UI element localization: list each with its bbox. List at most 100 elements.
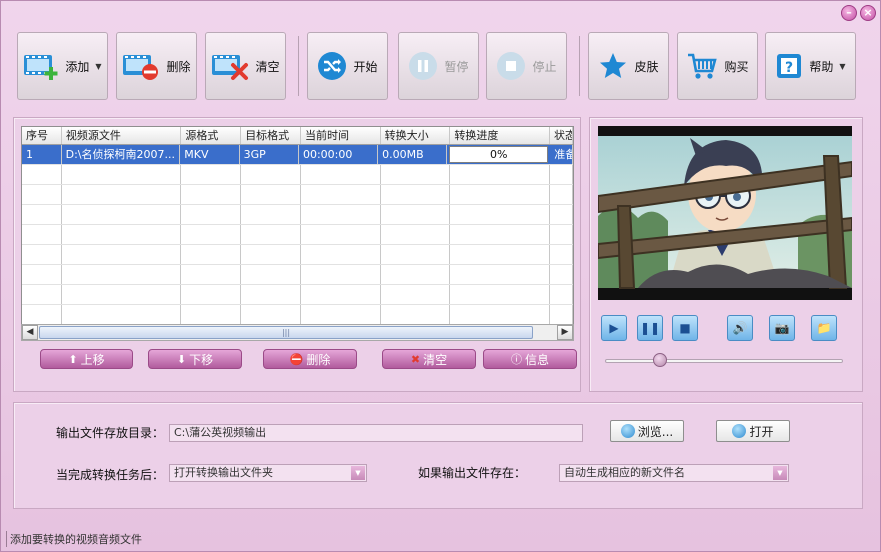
chevron-down-icon[interactable]: ▼ bbox=[351, 466, 365, 480]
delete-button[interactable]: 删除 bbox=[116, 32, 197, 100]
after-task-label: 当完成转换任务后： bbox=[56, 468, 165, 482]
film-clear-icon bbox=[212, 55, 249, 80]
help-button-label: 帮助 bbox=[809, 59, 834, 74]
camera-icon: 📷 bbox=[774, 321, 790, 335]
film-reel-icon bbox=[732, 424, 747, 438]
scroll-left-icon[interactable]: ◀ bbox=[22, 325, 38, 340]
chevron-down-icon: ▼ bbox=[839, 61, 846, 71]
open-folder-button[interactable]: 📁 bbox=[811, 315, 837, 341]
stop-button[interactable]: 停止 bbox=[486, 32, 567, 100]
table-row[interactable]: 1 D:\名侦探柯南2007... MKV 3GP 00:00:00 0.00M… bbox=[22, 145, 573, 165]
shuffle-icon bbox=[318, 52, 347, 80]
cell-time: 00:00:00 bbox=[299, 145, 379, 164]
column-header[interactable]: 序号 bbox=[22, 127, 62, 144]
column-header[interactable]: 视频源文件 bbox=[62, 127, 182, 144]
cell-index: 1 bbox=[22, 145, 62, 164]
move-up-button[interactable]: ⬆ 上移 bbox=[40, 349, 133, 369]
list-clear-label: 清空 bbox=[423, 352, 448, 367]
table-row bbox=[22, 265, 573, 285]
pause-button[interactable]: 暂停 bbox=[398, 32, 479, 100]
clear-button-label: 清空 bbox=[255, 59, 280, 74]
stop-button-label: 停止 bbox=[532, 59, 557, 74]
arrow-up-icon: ⬆ bbox=[68, 352, 78, 366]
play-button[interactable]: ▶ bbox=[601, 315, 627, 341]
table-row bbox=[22, 305, 573, 325]
help-icon: ? bbox=[777, 54, 802, 78]
table-row bbox=[22, 225, 573, 245]
open-button[interactable]: 打开 bbox=[716, 420, 790, 442]
cell-progress: 0% bbox=[449, 146, 549, 163]
table-row bbox=[22, 245, 573, 265]
browse-label: 浏览... bbox=[637, 424, 674, 439]
play-icon: ▶ bbox=[609, 321, 619, 335]
cell-source: D:\名侦探柯南2007... bbox=[62, 145, 181, 164]
pause-button-label: 暂停 bbox=[444, 59, 469, 74]
scrollbar-thumb[interactable]: ||| bbox=[39, 326, 533, 339]
arrow-down-icon: ⬇ bbox=[176, 352, 187, 366]
start-button-label: 开始 bbox=[353, 59, 378, 74]
table-row bbox=[22, 165, 573, 185]
browse-icon bbox=[620, 424, 635, 438]
clear-button[interactable]: 清空 bbox=[205, 32, 286, 100]
table-row bbox=[22, 185, 573, 205]
table-row bbox=[22, 285, 573, 305]
output-dir-field[interactable]: C:\蒲公英视频输出 bbox=[169, 424, 583, 442]
column-header[interactable]: 转换大小 bbox=[381, 127, 451, 144]
column-header[interactable]: 转换进度 bbox=[450, 127, 551, 144]
list-delete-label: 删除 bbox=[306, 352, 331, 367]
buy-button[interactable]: 购买 bbox=[677, 32, 758, 100]
info-button[interactable]: ⓘ 信息 bbox=[483, 349, 577, 369]
film-delete-icon bbox=[123, 55, 159, 80]
column-header[interactable]: 当前时间 bbox=[301, 127, 381, 144]
move-down-label: 下移 bbox=[189, 352, 214, 367]
skin-button-label: 皮肤 bbox=[634, 59, 659, 74]
add-button-label: 添加 bbox=[65, 59, 90, 74]
folder-icon: 📁 bbox=[816, 321, 832, 335]
list-clear-button[interactable]: ✖ 清空 bbox=[382, 349, 476, 369]
scroll-right-icon[interactable]: ▶ bbox=[557, 325, 573, 340]
help-button[interactable]: ? 帮助 ▼ bbox=[765, 32, 856, 100]
info-icon: ⓘ bbox=[510, 353, 522, 366]
snapshot-button[interactable]: 📷 bbox=[769, 315, 795, 341]
column-header[interactable]: 源格式 bbox=[181, 127, 242, 144]
shopping-cart-icon bbox=[688, 53, 718, 79]
buy-button-label: 购买 bbox=[724, 59, 749, 74]
seek-slider[interactable] bbox=[605, 359, 843, 363]
info-label: 信息 bbox=[524, 352, 549, 367]
close-button[interactable]: × bbox=[860, 5, 876, 21]
file-exists-value: 自动生成相应的新文件名 bbox=[564, 466, 685, 479]
player-pause-button[interactable]: ❚❚ bbox=[637, 315, 663, 341]
volume-button[interactable]: 🔊 bbox=[727, 315, 753, 341]
cell-status: 准备 bbox=[550, 145, 573, 164]
chevron-down-icon: ▼ bbox=[95, 61, 102, 71]
film-add-icon bbox=[24, 55, 58, 80]
player-stop-button[interactable]: ■ bbox=[672, 315, 698, 341]
minimize-button[interactable]: – bbox=[841, 5, 857, 21]
add-button[interactable]: 添加 ▼ bbox=[17, 32, 108, 100]
preview-frame-image bbox=[598, 126, 852, 300]
minus-circle-icon: ⛔ bbox=[289, 352, 304, 366]
move-down-button[interactable]: ⬇ 下移 bbox=[148, 349, 242, 369]
list-delete-button[interactable]: ⛔ 删除 bbox=[263, 349, 357, 369]
cell-src-format: MKV bbox=[180, 145, 240, 164]
status-bar-text: 添加要转换的视频音频文件 bbox=[6, 531, 142, 547]
column-header[interactable]: 状态 bbox=[550, 127, 573, 144]
horizontal-scrollbar[interactable]: ◀ ||| ▶ bbox=[21, 324, 574, 341]
table-header: 序号 视频源文件 源格式 目标格式 当前时间 转换大小 转换进度 状态 bbox=[22, 127, 573, 145]
chevron-down-icon[interactable]: ▼ bbox=[773, 466, 787, 480]
pause-icon bbox=[409, 52, 438, 80]
stop-icon bbox=[497, 52, 526, 80]
column-header[interactable]: 目标格式 bbox=[241, 127, 301, 144]
seek-slider-handle[interactable] bbox=[652, 353, 667, 367]
file-table: 序号 视频源文件 源格式 目标格式 当前时间 转换大小 转换进度 状态 1 D:… bbox=[21, 126, 574, 340]
close-x-icon: ✖ bbox=[410, 352, 421, 366]
pause-icon: ❚❚ bbox=[639, 321, 661, 335]
table-row bbox=[22, 205, 573, 225]
file-exists-select[interactable]: 自动生成相应的新文件名 ▼ bbox=[559, 464, 789, 482]
start-button[interactable]: 开始 bbox=[307, 32, 388, 100]
browse-button[interactable]: 浏览... bbox=[610, 420, 684, 442]
toolbar-divider bbox=[298, 36, 299, 96]
after-task-select[interactable]: 打开转换输出文件夹 ▼ bbox=[169, 464, 367, 482]
skin-button[interactable]: 皮肤 bbox=[588, 32, 669, 100]
cell-size: 0.00MB bbox=[378, 145, 448, 164]
